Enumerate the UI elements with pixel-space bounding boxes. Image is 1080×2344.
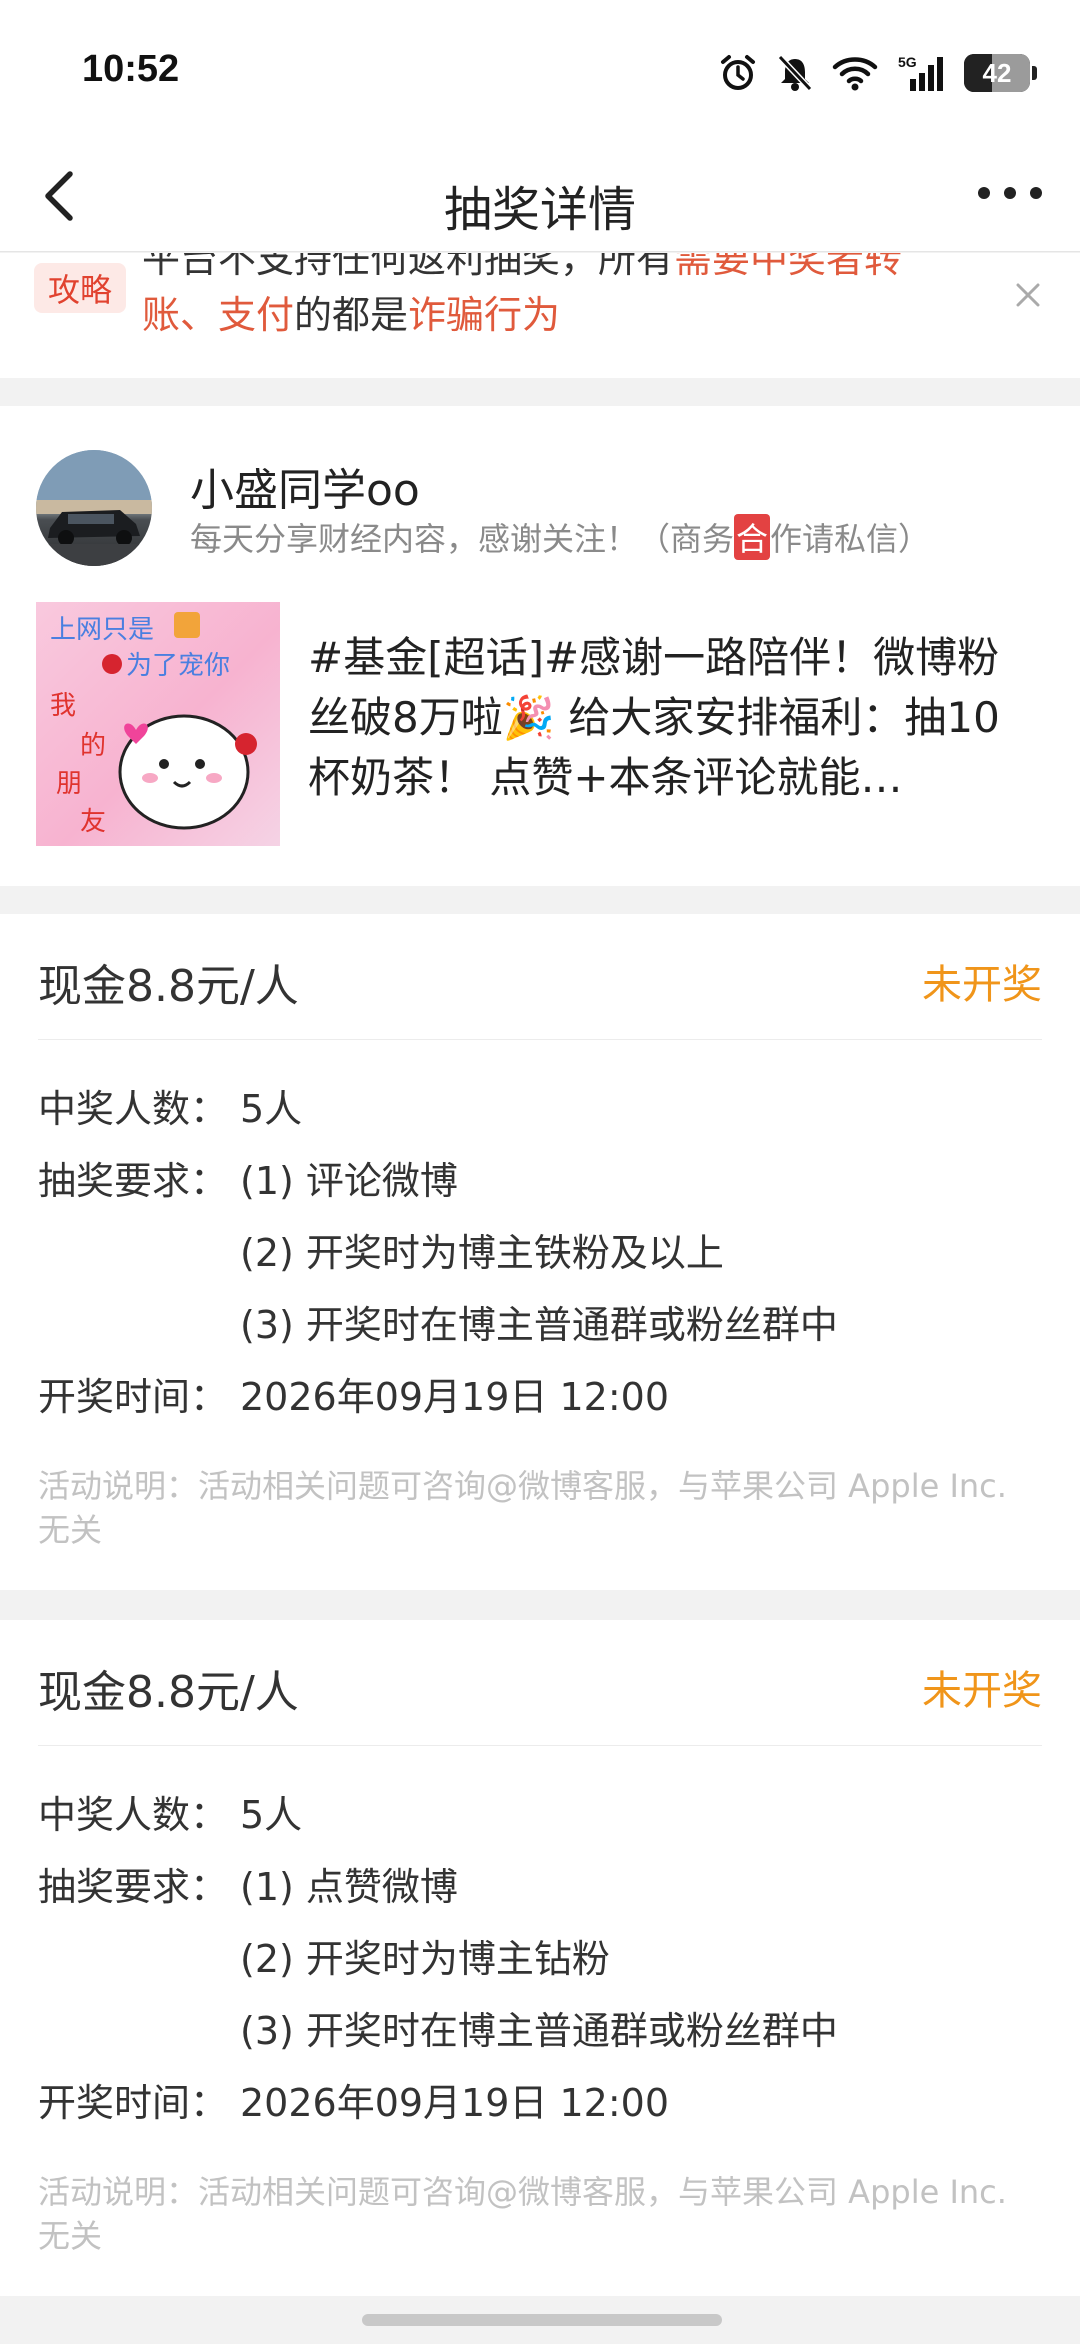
- draw-time-row: 开奖时间： 2026年09月19日 12:00: [38, 1372, 1042, 1444]
- close-icon[interactable]: [1010, 277, 1046, 313]
- draw-time-label: 开奖时间：: [38, 1375, 229, 1419]
- author-bio-part1: 每天分享财经内容，感谢关注！（商务: [190, 520, 735, 558]
- home-indicator[interactable]: [362, 2314, 722, 2326]
- draw-time-value: 2026年09月19日 12:00: [240, 2081, 670, 2125]
- author-bio: 每天分享财经内容，感谢关注！（商务合作请私信）: [190, 514, 930, 560]
- draw-time-value: 2026年09月19日 12:00: [240, 1375, 670, 1419]
- draw-time-label: 开奖时间：: [38, 2081, 229, 2125]
- prize-header: 现金8.8元/人 未开奖: [38, 914, 1042, 1040]
- notice-text: 平台不支持任何返利抽奖，所有需要中奖者转账、支付的都是诈骗行为: [142, 253, 962, 343]
- requirement-row: (3) 开奖时在博主普通群或粉丝群中: [38, 1300, 1042, 1372]
- svg-text:我: 我: [50, 691, 76, 721]
- notice-text-part2: 的都是: [294, 293, 409, 337]
- prize-details: 中奖人数： 5人 抽奖要求： (1) 点赞微博 (2) 开奖时为博主钻粉 (3)…: [38, 1790, 1042, 2150]
- author-bio-part2: 作请私信）: [770, 520, 931, 558]
- prize-status: 未开奖: [922, 1668, 1042, 1714]
- requirement-label: 抽奖要求：: [38, 1865, 229, 1909]
- svg-text:朋: 朋: [56, 769, 82, 799]
- notice-text-highlight2: 诈骗行为: [408, 293, 561, 337]
- page-title: 抽奖详情: [443, 182, 636, 238]
- winners-value: 5人: [240, 1087, 303, 1131]
- winners-label: 中奖人数：: [38, 1793, 229, 1837]
- winners-row: 中奖人数： 5人: [38, 1084, 1042, 1156]
- prize-card: 现金8.8元/人 未开奖 中奖人数： 5人 抽奖要求： (1) 评论微博 (2)…: [0, 914, 1080, 1590]
- thumbnail-illustration: 上网只是 为了宠你 我 的 朋 友: [50, 612, 257, 837]
- wifi-icon: [832, 57, 878, 91]
- winners-row: 中奖人数： 5人: [38, 1790, 1042, 1862]
- author-bio-badge: 合: [734, 514, 771, 560]
- prize-status: 未开奖: [922, 962, 1042, 1008]
- notice-text-part1: 平台不支持任何返利抽奖，所有: [142, 253, 675, 281]
- winners-value: 5人: [240, 1793, 303, 1837]
- fraud-notice-banner: 攻略 平台不支持任何返利抽奖，所有需要中奖者转账、支付的都是诈骗行为: [0, 253, 1080, 378]
- requirement-item: (3) 开奖时在博主普通群或粉丝群中: [240, 1303, 838, 1347]
- nav-bar: 抽奖详情: [0, 140, 1080, 252]
- alarm-icon: [721, 55, 755, 90]
- requirement-row: (3) 开奖时在博主普通群或粉丝群中: [38, 2006, 1042, 2078]
- signal-5g-icon: 5G: [898, 54, 943, 91]
- activity-note: 活动说明：活动相关问题可咨询@微博客服，与苹果公司 Apple Inc. 无关: [38, 1467, 1007, 1549]
- svg-text:的: 的: [80, 731, 106, 761]
- svg-text:5G: 5G: [898, 54, 917, 70]
- avatar[interactable]: [36, 450, 152, 566]
- requirement-item: (2) 开奖时为博主钻粉: [240, 1937, 610, 1981]
- prize-card: 现金8.8元/人 未开奖 中奖人数： 5人 抽奖要求： (1) 点赞微博 (2)…: [0, 1620, 1080, 2296]
- requirement-item: (1) 点赞微博: [240, 1865, 458, 1909]
- status-bar: 10:52 5G 42: [0, 0, 1080, 140]
- notice-tag: 攻略: [34, 263, 126, 313]
- requirement-row: (2) 开奖时为博主铁粉及以上: [38, 1228, 1042, 1300]
- requirement-item: (1) 评论微博: [240, 1159, 458, 1203]
- avatar-car-image: [36, 450, 152, 566]
- status-icons: 5G 42: [718, 50, 1037, 96]
- activity-note: 活动说明：活动相关问题可咨询@微博客服，与苹果公司 Apple Inc. 无关: [38, 2173, 1007, 2255]
- source-post-card[interactable]: 小盛同学oo 每天分享财经内容，感谢关注！（商务合作请私信） 上网只是 为了宠你…: [0, 406, 1080, 886]
- winners-label: 中奖人数：: [38, 1087, 229, 1131]
- prize-title: 现金8.8元/人: [38, 961, 299, 1012]
- battery-level: 42: [982, 57, 1012, 88]
- mute-bell-icon: [777, 54, 813, 92]
- more-options-icon[interactable]: [974, 178, 1046, 208]
- svg-text:友: 友: [80, 807, 106, 837]
- prize-details: 中奖人数： 5人 抽奖要求： (1) 评论微博 (2) 开奖时为博主铁粉及以上 …: [38, 1084, 1042, 1444]
- prize-title: 现金8.8元/人: [38, 1667, 299, 1718]
- post-text[interactable]: #基金[超话]#感谢一路陪伴！微博粉丝破8万啦🎉 给大家安排福利：抽10杯奶茶！…: [308, 628, 1038, 808]
- status-time: 10:52: [82, 48, 180, 90]
- requirement-row: 抽奖要求： (1) 点赞微博: [38, 1862, 1042, 1934]
- svg-text:为了宠你: 为了宠你: [126, 651, 230, 681]
- requirement-row: 抽奖要求： (1) 评论微博: [38, 1156, 1042, 1228]
- requirement-item: (2) 开奖时为博主铁粉及以上: [240, 1231, 724, 1275]
- requirement-label: 抽奖要求：: [38, 1159, 229, 1203]
- requirement-row: (2) 开奖时为博主钻粉: [38, 1934, 1042, 2006]
- author-name[interactable]: 小盛同学oo: [190, 454, 420, 518]
- post-thumbnail[interactable]: 上网只是 为了宠你 我 的 朋 友: [36, 602, 280, 846]
- battery-indicator: 42: [964, 54, 1037, 92]
- requirement-item: (3) 开奖时在博主普通群或粉丝群中: [240, 2009, 838, 2053]
- svg-text:上网只是: 上网只是: [50, 615, 154, 645]
- draw-time-row: 开奖时间： 2026年09月19日 12:00: [38, 2078, 1042, 2150]
- prize-header: 现金8.8元/人 未开奖: [38, 1620, 1042, 1746]
